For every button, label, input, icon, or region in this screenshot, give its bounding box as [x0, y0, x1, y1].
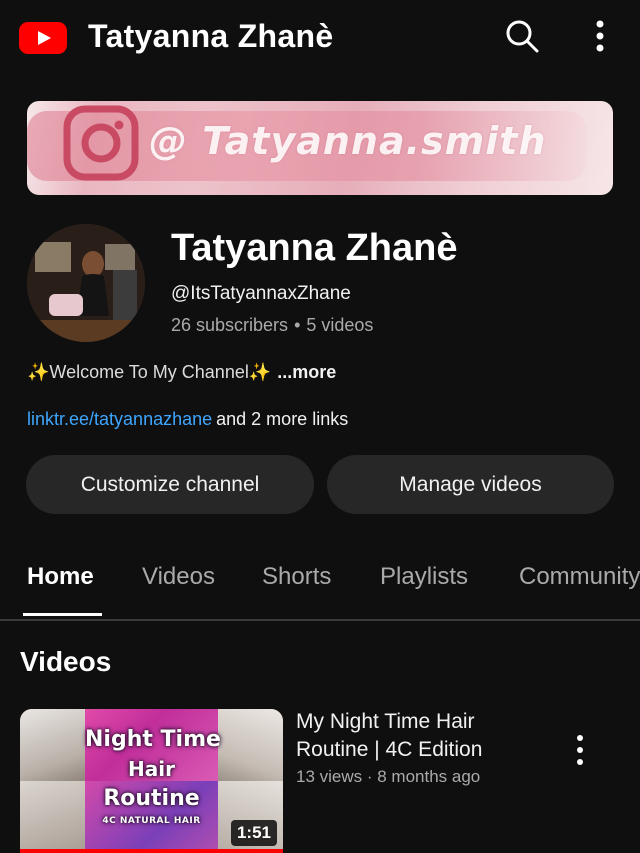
- thumb-text-line: Hair: [128, 757, 175, 781]
- more-links-text[interactable]: and 2 more links: [216, 409, 348, 429]
- instagram-icon: [63, 105, 139, 181]
- description-text: ✨Welcome To My Channel✨: [27, 362, 272, 382]
- customize-channel-button[interactable]: Customize channel: [26, 455, 314, 514]
- video-duration: 1:51: [230, 820, 277, 846]
- search-icon[interactable]: [502, 16, 542, 56]
- thumb-panel: [20, 709, 85, 781]
- channel-links: linktr.ee/tatyannazhane and 2 more links: [27, 409, 348, 430]
- channel-link[interactable]: linktr.ee/tatyannazhane: [27, 409, 212, 429]
- tab-shorts[interactable]: Shorts: [262, 563, 331, 591]
- thumb-panel: [218, 709, 283, 781]
- youtube-logo-icon[interactable]: [19, 22, 67, 54]
- channel-avatar[interactable]: [27, 224, 145, 342]
- thumb-panel: [20, 781, 85, 853]
- banner-handle-text: @ Tatyanna.smith: [149, 119, 547, 163]
- thumb-text-line: Night Time: [85, 727, 221, 752]
- thumb-text-line: Routine: [103, 786, 200, 811]
- active-tab-indicator: [23, 613, 102, 616]
- tabs-divider: [0, 619, 640, 621]
- section-title: Videos: [20, 646, 112, 677]
- watch-progress-bar: [20, 849, 283, 853]
- more-vert-icon[interactable]: [584, 16, 616, 56]
- tab-community[interactable]: Community: [519, 563, 640, 591]
- channel-handle: @ItsTatyannaxZhane: [171, 283, 351, 304]
- top-bar: Tatyanna Zhanè: [0, 0, 640, 76]
- manage-videos-button[interactable]: Manage videos: [327, 455, 614, 514]
- thumb-text-line: 4C NATURAL HAIR: [102, 816, 201, 826]
- tab-videos[interactable]: Videos: [142, 563, 215, 591]
- video-more-vert-icon[interactable]: [568, 733, 592, 767]
- top-bar-title: Tatyanna Zhanè: [88, 18, 334, 54]
- tab-playlists[interactable]: Playlists: [380, 563, 468, 591]
- avatar-photo: [27, 224, 145, 342]
- channel-banner: @ Tatyanna.smith: [27, 101, 613, 195]
- subscriber-count: 26 subscribers: [171, 315, 289, 335]
- description-more-link[interactable]: ...more: [277, 362, 336, 382]
- video-title[interactable]: My Night Time Hair Routine | 4C Edition: [296, 708, 546, 764]
- video-meta: 13 views · 8 months ago: [296, 767, 481, 786]
- video-count: 5 videos: [306, 315, 374, 335]
- channel-description[interactable]: ✨Welcome To My Channel✨ ...more: [27, 362, 336, 383]
- video-thumbnail[interactable]: Night Time Hair Routine 4C NATURAL HAIR …: [20, 709, 283, 853]
- tab-home[interactable]: Home: [27, 563, 94, 591]
- channel-stats: 26 subscribers • 5 videos: [171, 315, 373, 336]
- stats-separator: •: [294, 315, 301, 335]
- channel-tabs: Home Videos Shorts Playlists Community: [0, 555, 640, 621]
- channel-name: Tatyanna Zhanè: [171, 227, 458, 269]
